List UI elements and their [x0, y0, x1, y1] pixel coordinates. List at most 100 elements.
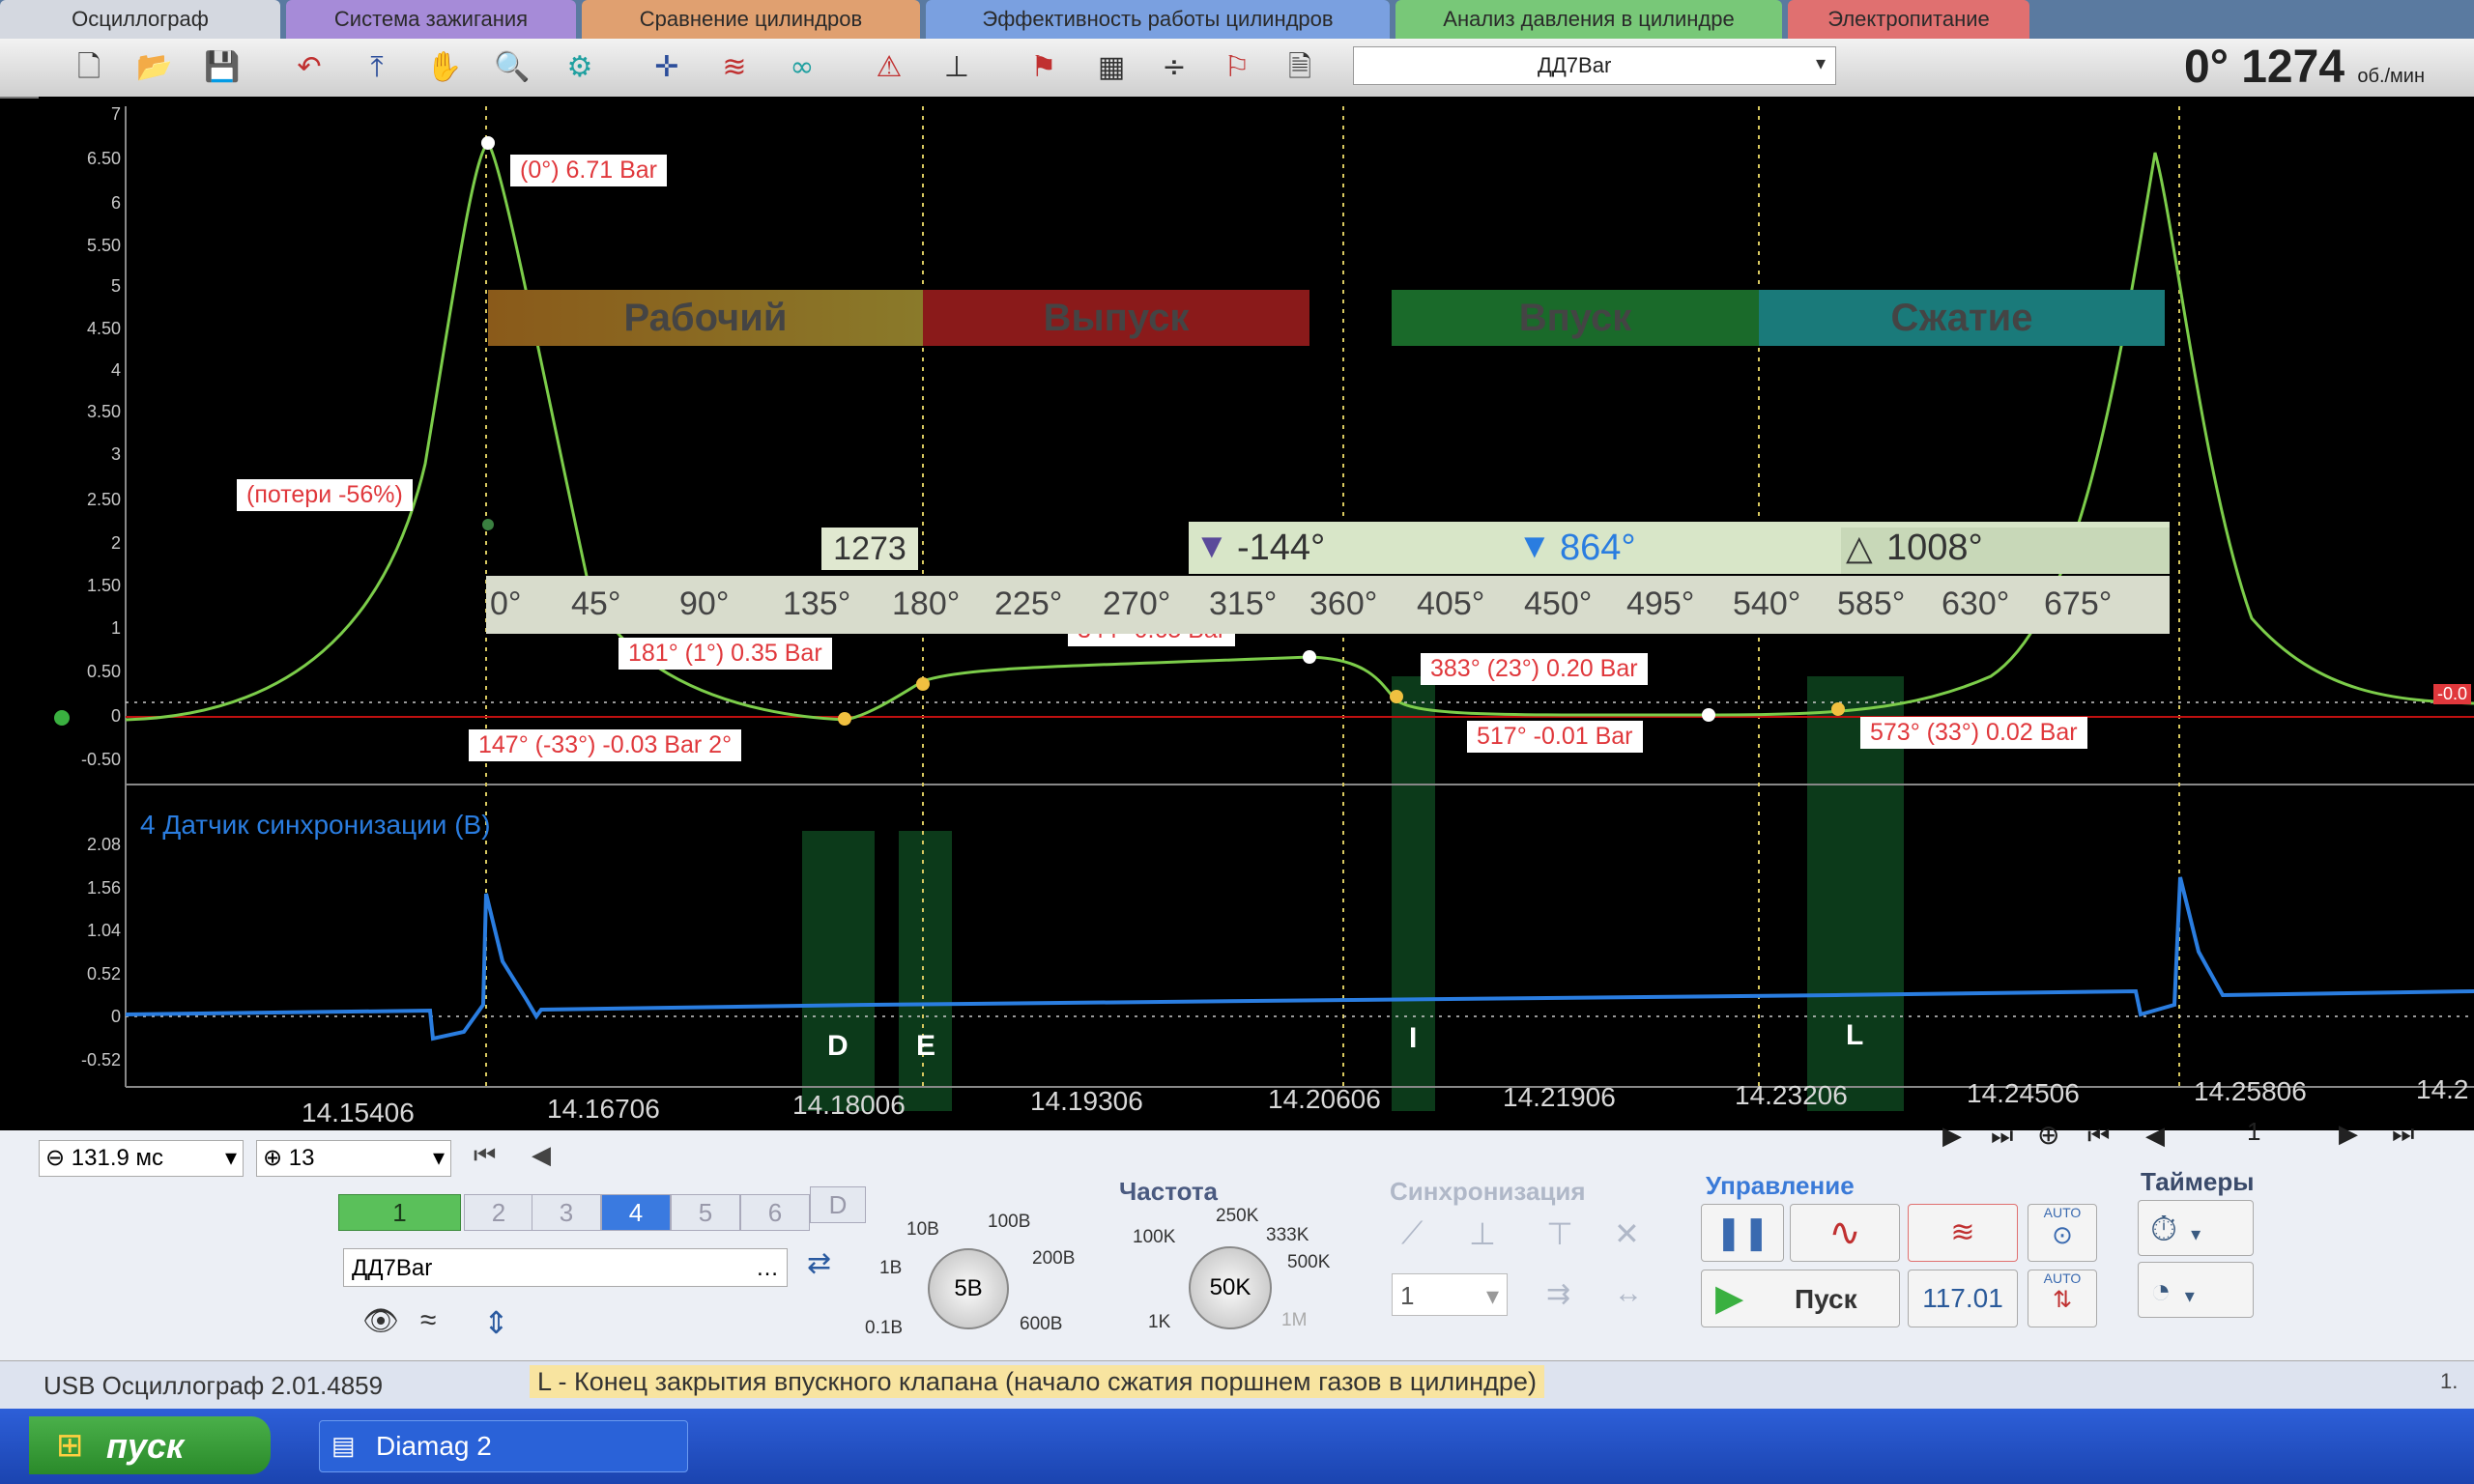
channel-select[interactable]: ДД7Bar ▾: [1353, 46, 1836, 85]
angle-tick: 180°: [892, 585, 961, 622]
open-folder-icon[interactable]: 📂: [135, 48, 174, 87]
angle-tick: 450°: [1524, 585, 1593, 622]
measure-icon[interactable]: ✛: [647, 48, 686, 87]
channel-button-2[interactable]: 2: [464, 1194, 533, 1231]
sync-channel-value: 1: [1400, 1281, 1415, 1310]
angle-tick: 0°: [490, 585, 522, 622]
grid-icon[interactable]: ▦: [1092, 48, 1131, 87]
freq-label: 250K: [1216, 1206, 1259, 1226]
taskbar-window-diamag[interactable]: ▤ Diamag 2: [319, 1420, 688, 1472]
new-file-icon[interactable]: 🗋: [70, 48, 108, 87]
zoom-count-select[interactable]: ⊕ 13 ▾: [256, 1140, 451, 1177]
sync-rising-icon[interactable]: ⟋: [1401, 1215, 1423, 1252]
auto-label: AUTO: [2043, 1205, 2082, 1220]
y-tick: 1: [110, 618, 121, 638]
undo-icon[interactable]: ↶: [290, 48, 329, 87]
scale-label: 0.1В: [865, 1318, 904, 1338]
auto-scale-button[interactable]: AUTO ⇅: [2028, 1270, 2097, 1327]
waves-icon[interactable]: ≋: [715, 48, 754, 87]
time-tick: 14.21906: [1503, 1082, 1616, 1112]
cursor-icon[interactable]: ⤒: [358, 48, 396, 87]
annotation-573: 573° (33°) 0.02 Bar: [1860, 717, 2087, 749]
channel-settings-icon[interactable]: ⇄: [807, 1246, 831, 1280]
time-scale-select[interactable]: ⊖ 131.9 мс ▾: [39, 1140, 244, 1177]
channel-button-4[interactable]: 4: [601, 1194, 671, 1231]
angle-tick: 630°: [1942, 585, 2010, 622]
channel-button-5[interactable]: 5: [671, 1194, 740, 1231]
zoom-out-icon: ⊖: [45, 1145, 66, 1171]
invert-icon[interactable]: ≈: [420, 1304, 436, 1337]
pause-button[interactable]: ❚❚: [1701, 1204, 1784, 1262]
time-scale-value: 131.9 мс: [71, 1145, 164, 1171]
sync-off-icon[interactable]: ✕: [1614, 1215, 1640, 1252]
channel-button-d[interactable]: D: [810, 1186, 866, 1223]
eye-icon[interactable]: 👁: [362, 1304, 399, 1338]
sync-up-icon[interactable]: ⊥: [1469, 1215, 1496, 1252]
sync-center-icon[interactable]: ↔: [1614, 1277, 1643, 1310]
cursor-readout-bar: ▼ -144° ▼ 864° △ 1008°: [1189, 522, 2170, 574]
goto-button[interactable]: ⊕: [2037, 1119, 2059, 1151]
report-icon[interactable]: 🗎: [1280, 48, 1319, 87]
trigger-icon[interactable]: ⚠: [870, 48, 908, 87]
overlay-icon[interactable]: ∞: [783, 48, 821, 87]
sync-channel-select[interactable]: 1 ▾: [1392, 1273, 1508, 1316]
save-icon[interactable]: 💾: [203, 48, 242, 87]
first-button[interactable]: ⏮: [2087, 1121, 2110, 1152]
app-icon: ▤: [331, 1431, 356, 1460]
noise-filter-button[interactable]: ≋: [1908, 1204, 2018, 1262]
last-button[interactable]: ⏭: [2392, 1119, 2414, 1150]
auto-label: AUTO: [2043, 1270, 2082, 1286]
chevron-down-icon: ▾: [2191, 1224, 2201, 1245]
cursor1-value: -144°: [1237, 528, 1326, 568]
hand-icon[interactable]: ✋: [425, 48, 464, 87]
scale-label: 200В: [1032, 1248, 1076, 1269]
auto-sync-button[interactable]: AUTO ⊙: [2028, 1204, 2097, 1262]
start-button[interactable]: ▶ Пуск: [1701, 1270, 1900, 1327]
tab-ignition[interactable]: Система зажигания: [286, 0, 576, 39]
start-menu-button[interactable]: ⊞ пуск: [29, 1416, 271, 1474]
timer1-button[interactable]: ⏱ ▾: [2138, 1200, 2254, 1256]
marker-e: E: [916, 1030, 936, 1062]
markers-icon[interactable]: ⚑: [1024, 48, 1063, 87]
channel-sensor-select[interactable]: ДД7Bar …: [343, 1248, 788, 1287]
channel-button-6[interactable]: 6: [740, 1194, 810, 1231]
tab-cylinder-efficiency[interactable]: Эффективность работы цилиндров: [926, 0, 1390, 39]
end-button[interactable]: ⏭: [1991, 1121, 2013, 1152]
tab-power-supply[interactable]: Электропитание: [1788, 0, 2029, 39]
next-button[interactable]: ▶: [2339, 1119, 2358, 1149]
y-tick: 2.08: [86, 835, 121, 854]
prev-page-button[interactable]: ◀: [532, 1140, 551, 1170]
vertical-shift-icon[interactable]: ⇕: [483, 1304, 509, 1341]
zoom-icon[interactable]: 🔍: [493, 48, 532, 87]
page-number: 1: [2247, 1117, 2261, 1146]
tab-pressure-analysis[interactable]: Анализ давления в цилиндре: [1395, 0, 1782, 39]
filter-icon[interactable]: ⚙: [561, 48, 599, 87]
zero-icon[interactable]: ⊥: [937, 48, 976, 87]
first-page-button[interactable]: ⏮: [474, 1140, 496, 1171]
sync-down-icon[interactable]: ⊤: [1546, 1215, 1573, 1252]
phase-working: Рабочий: [488, 290, 923, 346]
time-tick: 14.15406: [302, 1098, 415, 1127]
tab-oscilloscope[interactable]: Осциллограф: [0, 0, 280, 39]
time-tick: 14.19306: [1030, 1086, 1143, 1116]
flag-icon[interactable]: ⚐: [1218, 48, 1256, 87]
annotation-383: 383° (23°) 0.20 Bar: [1421, 653, 1648, 685]
annotation-517: 517° -0.01 Bar: [1467, 721, 1643, 753]
status-right: 1.: [2440, 1369, 2459, 1393]
freq-label: 1M: [1281, 1310, 1308, 1330]
scale-label: 600В: [1020, 1314, 1063, 1334]
tab-cylinder-compare[interactable]: Сравнение цилиндров: [582, 0, 920, 39]
angle-tick: 45°: [571, 585, 621, 622]
play-button[interactable]: ▶: [1942, 1121, 1962, 1151]
split-icon[interactable]: ÷: [1155, 48, 1194, 87]
y-tick: 0.50: [86, 662, 121, 681]
timer2-button[interactable]: ◔ ▾: [2138, 1262, 2254, 1318]
channel-button-3[interactable]: 3: [532, 1194, 601, 1231]
prev-button[interactable]: ◀: [2145, 1121, 2165, 1151]
zoom-count-value: 13: [288, 1145, 315, 1171]
signal-mode-button[interactable]: ∿: [1790, 1204, 1900, 1262]
freq-knob: 50K: [1189, 1246, 1272, 1329]
sync-level-icon[interactable]: ⇉: [1546, 1277, 1570, 1311]
time-tick: 14.20606: [1268, 1084, 1381, 1114]
channel-button-1[interactable]: 1: [338, 1194, 461, 1231]
